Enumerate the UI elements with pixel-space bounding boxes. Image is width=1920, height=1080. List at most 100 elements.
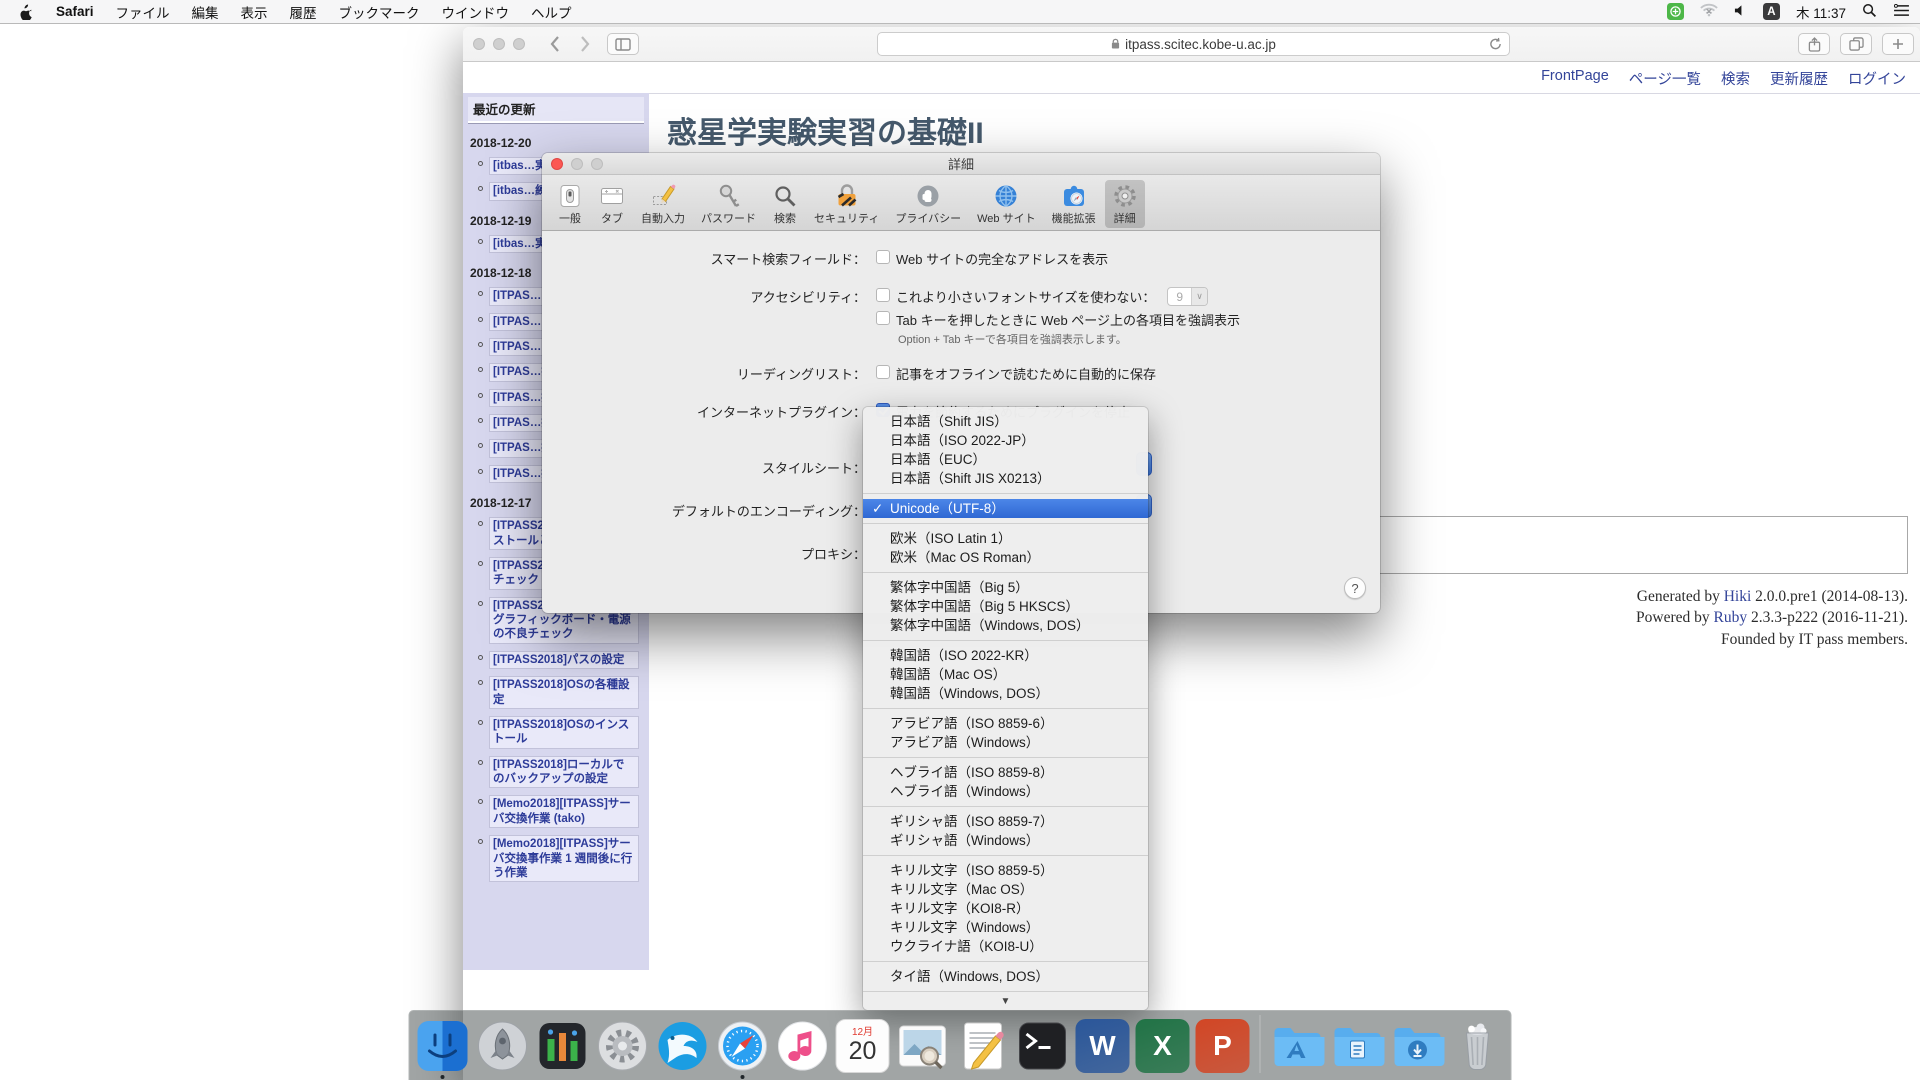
volume-icon[interactable] <box>1734 4 1747 20</box>
menu-safari[interactable]: Safari <box>45 4 105 19</box>
spotlight-icon[interactable] <box>1862 3 1877 21</box>
dock-textedit-icon[interactable] <box>956 1019 1010 1073</box>
tab-passwords[interactable]: パスワード <box>694 180 763 228</box>
menu-item-encoding[interactable]: キリル文字（Mac OS） <box>863 880 1148 899</box>
dock-downloads-folder-icon[interactable] <box>1391 1019 1445 1073</box>
menu-bar-clock[interactable]: 木 11:37 <box>1796 2 1846 22</box>
wiki-nav-link-1[interactable]: FrontPage <box>1541 68 1609 89</box>
dock-terminal-icon[interactable] <box>1016 1019 1070 1073</box>
menu-item-encoding[interactable]: 日本語（Shift JIS X0213） <box>863 469 1148 488</box>
apple-menu-icon[interactable] <box>10 3 45 20</box>
menu-item-encoding[interactable]: アラビア語（ISO 8859-6） <box>863 714 1148 733</box>
offline-reading-checkbox[interactable] <box>876 365 890 379</box>
wiki-nav-link-3[interactable]: 検索 <box>1721 68 1750 89</box>
reload-icon[interactable] <box>1489 37 1502 54</box>
sidebar-page-link[interactable]: [ITPASS2018]OSのインストール <box>489 716 639 749</box>
menu-item-encoding[interactable]: 日本語（ISO 2022-JP） <box>863 431 1148 450</box>
sidebar-page-link[interactable]: [Memo2018][ITPASS]サーバ交換作業 (tako) <box>489 795 639 828</box>
green-menu-extra-icon[interactable] <box>1667 3 1684 20</box>
menu-item-encoding[interactable]: ヘブライ語（Windows） <box>863 782 1148 801</box>
tab-autofill[interactable]: 自動入力 <box>634 180 692 228</box>
dock-word-icon[interactable]: W <box>1076 1019 1130 1073</box>
sidebar-page-link[interactable]: [Memo2018][ITPASS]サーバ交換事作業 1 週間後に行う作業 <box>489 835 639 882</box>
menu-item-encoding[interactable]: キリル文字（ISO 8859-5） <box>863 861 1148 880</box>
menu-item-encoding[interactable]: タイ語（Windows, DOS） <box>863 967 1148 986</box>
dock-excel-icon[interactable]: X <box>1136 1019 1190 1073</box>
dock-preview-icon[interactable] <box>896 1019 950 1073</box>
menu-item-encoding[interactable]: ヘブライ語（ISO 8859-8） <box>863 763 1148 782</box>
menu-item-encoding[interactable]: 繁体字中国語（Big 5） <box>863 578 1148 597</box>
dock-launchpad-icon[interactable] <box>476 1019 530 1073</box>
menu-scroll-down-arrow[interactable]: ▼ <box>863 991 1148 1010</box>
tab-security[interactable]: セキュリティ <box>807 180 886 228</box>
menu-item-encoding[interactable]: キリル文字（KOI8-R） <box>863 899 1148 918</box>
tab-tabs[interactable]: タブ <box>592 180 632 228</box>
wiki-nav-link-4[interactable]: 更新履歴 <box>1770 68 1828 89</box>
dock-trash-icon[interactable] <box>1451 1019 1505 1073</box>
menu-item-encoding[interactable]: ギリシャ語（Windows） <box>863 831 1148 850</box>
address-bar[interactable]: itpass.scitec.kobe-u.ac.jp <box>877 32 1510 56</box>
input-source-icon[interactable]: A <box>1763 3 1780 20</box>
dock-safari-icon[interactable] <box>716 1019 770 1073</box>
close-button[interactable] <box>473 38 485 50</box>
dock-documents-folder-icon[interactable] <box>1331 1019 1385 1073</box>
tab-extensions[interactable]: 機能拡張 <box>1045 180 1103 228</box>
notification-center-icon[interactable] <box>1893 4 1910 20</box>
tab-websites[interactable]: Web サイト <box>970 180 1042 228</box>
dock-powerpoint-icon[interactable]: P <box>1196 1019 1250 1073</box>
menu-history[interactable]: 履歴 <box>279 2 328 22</box>
menu-item-encoding[interactable]: アラビア語（Windows） <box>863 733 1148 752</box>
wifi-disconnected-icon[interactable] <box>1700 3 1718 20</box>
tab-search[interactable]: 検索 <box>765 180 805 228</box>
sidebar-page-link[interactable]: [ITPASS2018]パスの設定 <box>489 651 639 669</box>
menu-window[interactable]: ウインドウ <box>431 2 521 22</box>
menu-item-encoding[interactable]: 繁体字中国語（Windows, DOS） <box>863 616 1148 635</box>
dock-thunderbird-icon[interactable] <box>656 1019 710 1073</box>
menu-item-encoding[interactable]: ウクライナ語（KOI8-U） <box>863 937 1148 956</box>
menu-item-encoding[interactable]: 日本語（EUC） <box>863 450 1148 469</box>
menu-item-encoding[interactable]: 日本語（Shift JIS） <box>863 412 1148 431</box>
show-all-tabs-button[interactable] <box>1840 33 1872 55</box>
close-button[interactable] <box>551 158 563 170</box>
sidebar-page-link[interactable]: [ITPASS2018]ローカルでのバックアップの設定 <box>489 756 639 789</box>
menu-item-encoding[interactable]: ✓Unicode（UTF-8） <box>863 499 1148 518</box>
menu-item-encoding[interactable]: ギリシャ語（ISO 8859-7） <box>863 812 1148 831</box>
new-tab-button[interactable] <box>1882 33 1914 55</box>
menu-file[interactable]: ファイル <box>105 2 181 22</box>
help-button[interactable]: ? <box>1344 577 1366 599</box>
minimize-button[interactable] <box>493 38 505 50</box>
menu-item-encoding[interactable]: キリル文字（Windows） <box>863 918 1148 937</box>
menu-help[interactable]: ヘルプ <box>520 2 583 22</box>
wiki-nav-link-5[interactable]: ログイン <box>1848 68 1906 89</box>
wiki-nav-link-2[interactable]: ページ一覧 <box>1629 68 1701 89</box>
dock-system-preferences-icon[interactable] <box>596 1019 650 1073</box>
menu-item-encoding[interactable]: 繁体字中国語（Big 5 HKSCS） <box>863 597 1148 616</box>
tab-advanced[interactable]: 詳細 <box>1105 180 1145 228</box>
menu-item-encoding[interactable]: 韓国語（Mac OS） <box>863 665 1148 684</box>
menu-item-encoding[interactable]: 欧米（ISO Latin 1） <box>863 529 1148 548</box>
tab-privacy[interactable]: プライバシー <box>888 180 968 228</box>
min-font-size-checkbox[interactable] <box>876 288 890 302</box>
show-full-address-checkbox[interactable] <box>876 250 890 264</box>
zoom-button[interactable] <box>591 158 603 170</box>
menu-bookmarks[interactable]: ブックマーク <box>328 2 431 22</box>
menu-item-encoding[interactable]: 韓国語（Windows, DOS） <box>863 684 1148 703</box>
sidebar-toggle-button[interactable] <box>607 33 639 55</box>
dock-calendar-icon[interactable]: 12月20 <box>836 1019 890 1073</box>
dock-activity-monitor-icon[interactable] <box>536 1019 590 1073</box>
menu-view[interactable]: 表示 <box>230 2 279 22</box>
dock-finder-icon[interactable] <box>416 1019 470 1073</box>
footer-link[interactable]: Hiki <box>1724 588 1752 605</box>
share-button[interactable] <box>1798 33 1830 55</box>
minimize-button[interactable] <box>571 158 583 170</box>
zoom-button[interactable] <box>513 38 525 50</box>
menu-item-encoding[interactable]: 欧米（Mac OS Roman） <box>863 548 1148 567</box>
sidebar-page-link[interactable]: [ITPASS2018]OSの各種設定 <box>489 676 639 709</box>
tab-highlight-checkbox[interactable] <box>876 311 890 325</box>
dock-applications-folder-icon[interactable] <box>1271 1019 1325 1073</box>
footer-link[interactable]: Ruby <box>1714 609 1748 626</box>
tab-general[interactable]: 一般 <box>550 180 590 228</box>
back-button[interactable] <box>541 33 569 55</box>
dock-itunes-icon[interactable] <box>776 1019 830 1073</box>
forward-button[interactable] <box>571 33 599 55</box>
